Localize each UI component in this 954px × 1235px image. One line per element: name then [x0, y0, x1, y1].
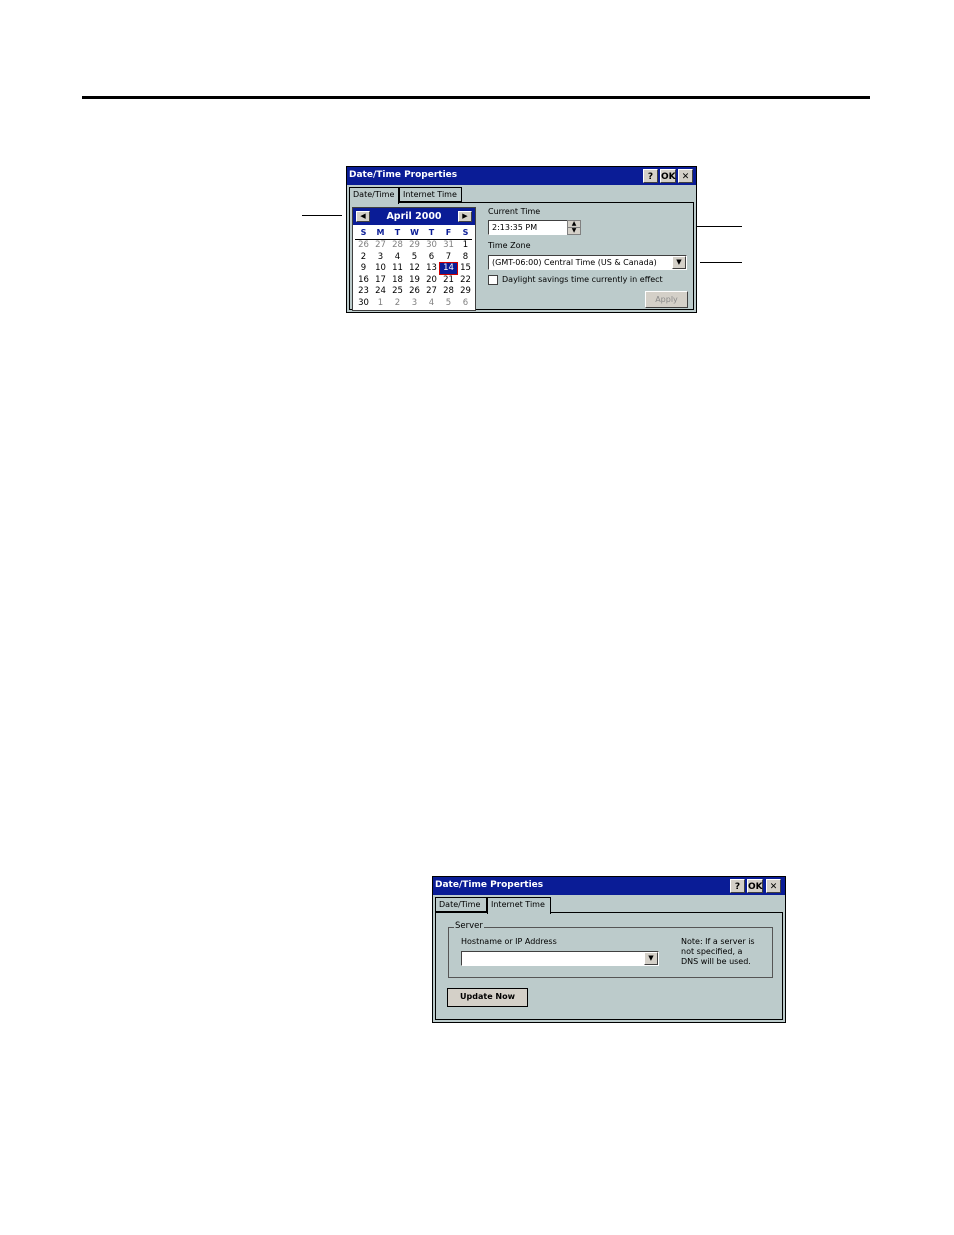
note-line: not specified, a	[681, 947, 743, 956]
calendar-day[interactable]: 4	[389, 252, 406, 263]
calendar-day[interactable]: 5	[440, 298, 457, 309]
server-note: Note: If a server is not specified, a DN…	[681, 937, 755, 967]
chevron-down-icon[interactable]: ▼	[644, 952, 658, 965]
calendar-day[interactable]: 11	[389, 263, 406, 274]
ok-button[interactable]: OK	[747, 879, 763, 893]
weekday-label: T	[428, 228, 435, 237]
time-zone-label: Time Zone	[488, 241, 531, 250]
hostname-label: Hostname or IP Address	[461, 937, 557, 946]
tab-internet-time[interactable]: Internet Time	[399, 187, 462, 202]
calendar-day[interactable]: 6	[423, 252, 440, 263]
spin-down-icon[interactable]: ▼	[568, 227, 580, 235]
dst-checkbox[interactable]	[488, 275, 498, 285]
current-time-label: Current Time	[488, 207, 541, 216]
internet-time-dialog: Date/Time Properties ? OK ✕ Date/Time In…	[432, 876, 786, 1023]
calendar-day[interactable]: 28	[440, 286, 457, 297]
help-button[interactable]: ?	[643, 169, 658, 183]
apply-button[interactable]: Apply	[645, 291, 688, 308]
calendar-day[interactable]: 22	[457, 275, 474, 286]
calendar-day[interactable]: 24	[372, 286, 389, 297]
calendar-header: ◀ April 2000 ▶	[353, 208, 475, 225]
calendar-day[interactable]: 29	[406, 240, 423, 251]
calendar-day[interactable]: 20	[423, 275, 440, 286]
calendar-month-label[interactable]: April 2000	[353, 211, 475, 222]
calendar-day[interactable]: 27	[423, 286, 440, 297]
calendar-day[interactable]: 30	[423, 240, 440, 251]
hostname-input[interactable]	[461, 951, 659, 966]
calendar-day[interactable]: 3	[372, 252, 389, 263]
tab-date-time[interactable]: Date/Time	[435, 897, 487, 912]
tab-pane: ◀ April 2000 ▶ SMTWTFS 26 27 28 29 30 31 1 2 3 4 5…	[349, 202, 694, 311]
weekday-label: W	[410, 228, 419, 237]
calendar-day[interactable]: 8	[457, 252, 474, 263]
datetime-dialog: Date/Time Properties ? OK ✕ Date/Time In…	[346, 166, 697, 313]
calendar-day[interactable]: 26	[406, 286, 423, 297]
calendar-day[interactable]: 12	[406, 263, 423, 274]
time-zone-select[interactable]: (GMT-06:00) Central Time (US & Canada)	[488, 255, 687, 270]
calendar-day[interactable]: 1	[457, 240, 474, 251]
tab-date-time[interactable]: Date/Time	[349, 187, 399, 204]
calendar-day[interactable]: 23	[355, 286, 372, 297]
dialog-title: Date/Time Properties	[349, 170, 458, 180]
weekday-label: M	[376, 228, 385, 237]
note-line: DNS will be used.	[681, 957, 751, 966]
close-icon[interactable]: ✕	[766, 879, 781, 893]
note-line: Note: If a server is	[681, 937, 755, 946]
calendar-day[interactable]: 7	[440, 252, 457, 263]
ok-button[interactable]: OK	[660, 169, 676, 183]
dialog-title: Date/Time Properties	[435, 880, 544, 890]
callout-line-calendar	[302, 215, 342, 216]
calendar-day[interactable]: 29	[457, 286, 474, 297]
tab-pane: Server Hostname or IP Address ▼ Note: If…	[435, 912, 783, 1020]
calendar-day[interactable]: 28	[389, 240, 406, 251]
help-button[interactable]: ?	[730, 879, 745, 893]
calendar-day[interactable]: 1	[372, 298, 389, 309]
weekday-header: SMTWTFS	[355, 228, 472, 240]
time-spinner[interactable]: ▲ ▼	[567, 220, 581, 235]
calendar-day[interactable]: 10	[372, 263, 389, 274]
dst-label: Daylight savings time currently in effec…	[502, 275, 663, 284]
server-group-title: Server	[454, 921, 484, 931]
chevron-down-icon[interactable]: ▼	[672, 256, 686, 269]
calendar-day[interactable]: 6	[457, 298, 474, 309]
month-calendar[interactable]: ◀ April 2000 ▶ SMTWTFS 26 27 28 29 30 31 1 2 3 4 5…	[352, 207, 476, 311]
calendar-day-selected[interactable]: 14	[439, 261, 458, 276]
page-header-rule	[82, 96, 870, 99]
calendar-day[interactable]: 19	[406, 275, 423, 286]
update-now-button[interactable]: Update Now	[447, 988, 528, 1007]
weekday-label: S	[462, 228, 469, 237]
calendar-day[interactable]: 2	[389, 298, 406, 309]
calendar-day[interactable]: 31	[440, 240, 457, 251]
calendar-day[interactable]: 17	[372, 275, 389, 286]
calendar-day[interactable]: 16	[355, 275, 372, 286]
calendar-day[interactable]: 5	[406, 252, 423, 263]
server-group: Server Hostname or IP Address ▼ Note: If…	[448, 921, 773, 978]
calendar-day[interactable]: 21	[440, 275, 457, 286]
calendar-day[interactable]: 30	[355, 298, 372, 309]
close-icon[interactable]: ✕	[678, 169, 693, 183]
calendar-day[interactable]: 13	[423, 263, 440, 274]
calendar-day[interactable]: 25	[389, 286, 406, 297]
calendar-day[interactable]: 4	[423, 298, 440, 309]
calendar-day[interactable]: 9	[355, 263, 372, 274]
next-month-icon[interactable]: ▶	[458, 211, 472, 222]
title-bar: Date/Time Properties ? OK ✕	[347, 167, 696, 185]
tab-internet-time[interactable]: Internet Time	[487, 897, 551, 914]
calendar-day[interactable]: 15	[457, 263, 474, 274]
calendar-day[interactable]: 27	[372, 240, 389, 251]
weekday-label: F	[445, 228, 452, 237]
calendar-day[interactable]: 3	[406, 298, 423, 309]
calendar-day[interactable]: 26	[355, 240, 372, 251]
weekday-label: T	[394, 228, 401, 237]
weekday-label: S	[360, 228, 367, 237]
callout-line-time-zone	[700, 262, 742, 263]
calendar-day[interactable]: 2	[355, 252, 372, 263]
title-bar: Date/Time Properties ? OK ✕	[433, 877, 785, 895]
calendar-day[interactable]: 18	[389, 275, 406, 286]
